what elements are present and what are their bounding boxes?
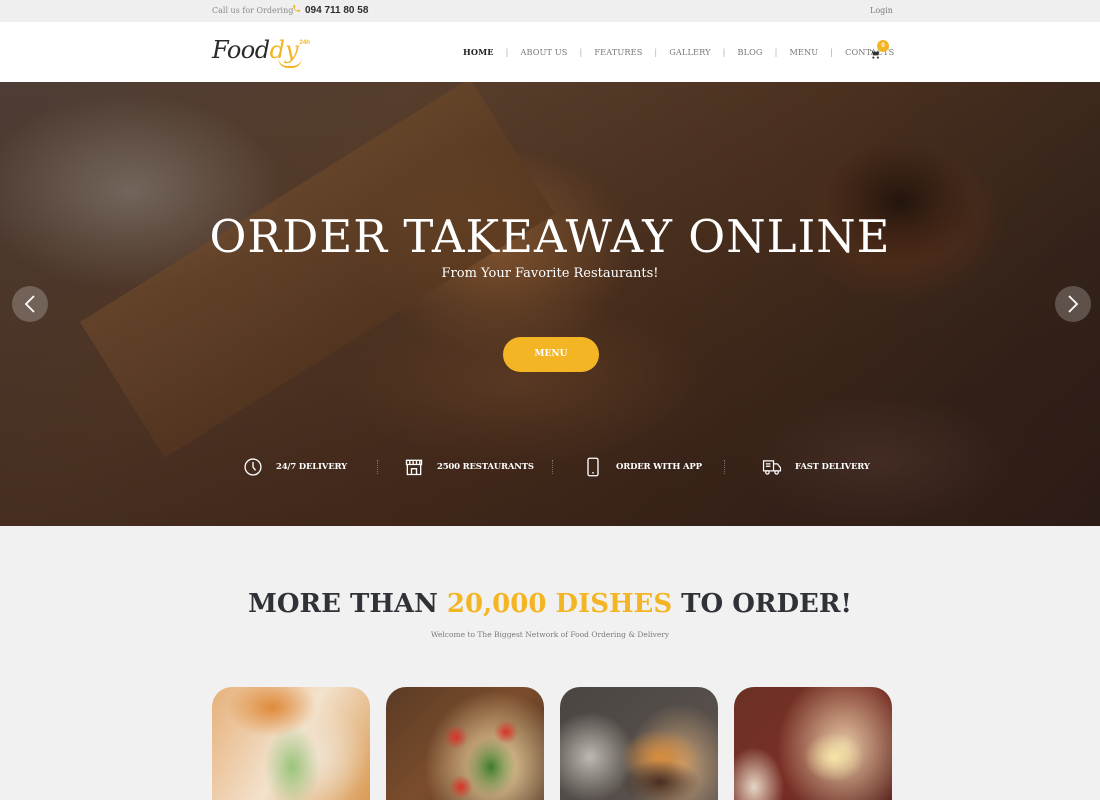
feature-label: 2500 RESTAURANTS [437,462,534,472]
nav-separator: | [774,47,778,57]
feature-separator [552,460,553,474]
feature-order-with-app: ORDER WITH APP [582,456,702,478]
chevron-right-icon [1068,295,1079,313]
section-title: MORE THAN 20,000 DISHES TO ORDER! [0,589,1100,619]
nav-item-menu[interactable]: MENU [789,47,818,57]
slider-next-button[interactable] [1055,286,1091,322]
nav-separator: | [830,47,834,57]
section-title-highlight: 20,000 DISHES [446,589,673,619]
feature-label: FAST DELIVERY [795,462,870,472]
nav-item-about-us[interactable]: ABOUT US [520,47,567,57]
cart-count-badge: 0 [877,40,889,52]
slider-prev-button[interactable] [12,286,48,322]
hero-features-bar: 24/7 DELIVERY 2500 RESTAURANTS ORDER WIT… [0,456,1100,478]
feature-fast-delivery: FAST DELIVERY [761,456,870,478]
feature-label: ORDER WITH APP [616,462,702,472]
section-title-start: MORE THAN [248,589,447,619]
feature-separator [724,460,725,474]
nav-item-home[interactable]: HOME [463,47,494,57]
top-bar: Call us for Ordering 094 711 80 58 Login [0,0,1100,22]
hero-title: ORDER TAKEAWAY ONLINE [209,210,891,263]
cart-button[interactable]: 0 [870,40,892,64]
chevron-left-icon [24,295,35,313]
dish-card-pastry[interactable] [734,687,892,800]
logo-text-accent: dy [270,32,302,68]
delivery-truck-icon [761,456,783,478]
hero-subtitle: From Your Favorite Restaurants! [441,266,659,281]
main-nav: HOME | ABOUT US | FEATURES | GALLERY | B… [463,47,894,57]
call-us-label: Call us for Ordering [212,6,294,15]
feature-2500-restaurants: 2500 RESTAURANTS [403,456,534,478]
feature-24-7-delivery: 24/7 DELIVERY [242,456,347,478]
nav-separator: | [654,47,658,57]
nav-separator: | [722,47,726,57]
nav-separator: | [579,47,583,57]
dish-card-burger[interactable] [560,687,718,800]
feature-separator [377,460,378,474]
section-title-end: TO ORDER! [672,589,852,619]
nav-item-gallery[interactable]: GALLERY [669,47,710,57]
phone-icon [292,4,301,16]
smartphone-icon [582,456,604,478]
nav-item-features[interactable]: FEATURES [594,47,642,57]
cart-icon [870,50,880,59]
feature-label: 24/7 DELIVERY [276,462,347,472]
phone-number-text: 094 711 80 58 [305,4,369,16]
logo-superscript: 24h [299,40,310,46]
login-link[interactable]: Login [870,6,893,15]
nav-item-blog[interactable]: BLOG [737,47,762,57]
dish-card-pizza[interactable] [386,687,544,800]
logo[interactable]: Food dy 24h [212,32,310,72]
nav-separator: | [505,47,509,57]
clock-icon [242,456,264,478]
section-subtitle: Welcome to The Biggest Network of Food O… [430,630,670,639]
site-header: Food dy 24h HOME | ABOUT US | FEATURES |… [0,22,1100,82]
phone-number[interactable]: 094 711 80 58 [292,4,368,16]
dish-card-sushi[interactable] [212,687,370,800]
logo-smile-icon [277,58,302,68]
hero-menu-button[interactable]: MENU [503,337,599,372]
hero-slider: ORDER TAKEAWAY ONLINE From Your Favorite… [0,82,1100,526]
store-icon [403,456,425,478]
logo-text-main: Food [212,36,270,64]
